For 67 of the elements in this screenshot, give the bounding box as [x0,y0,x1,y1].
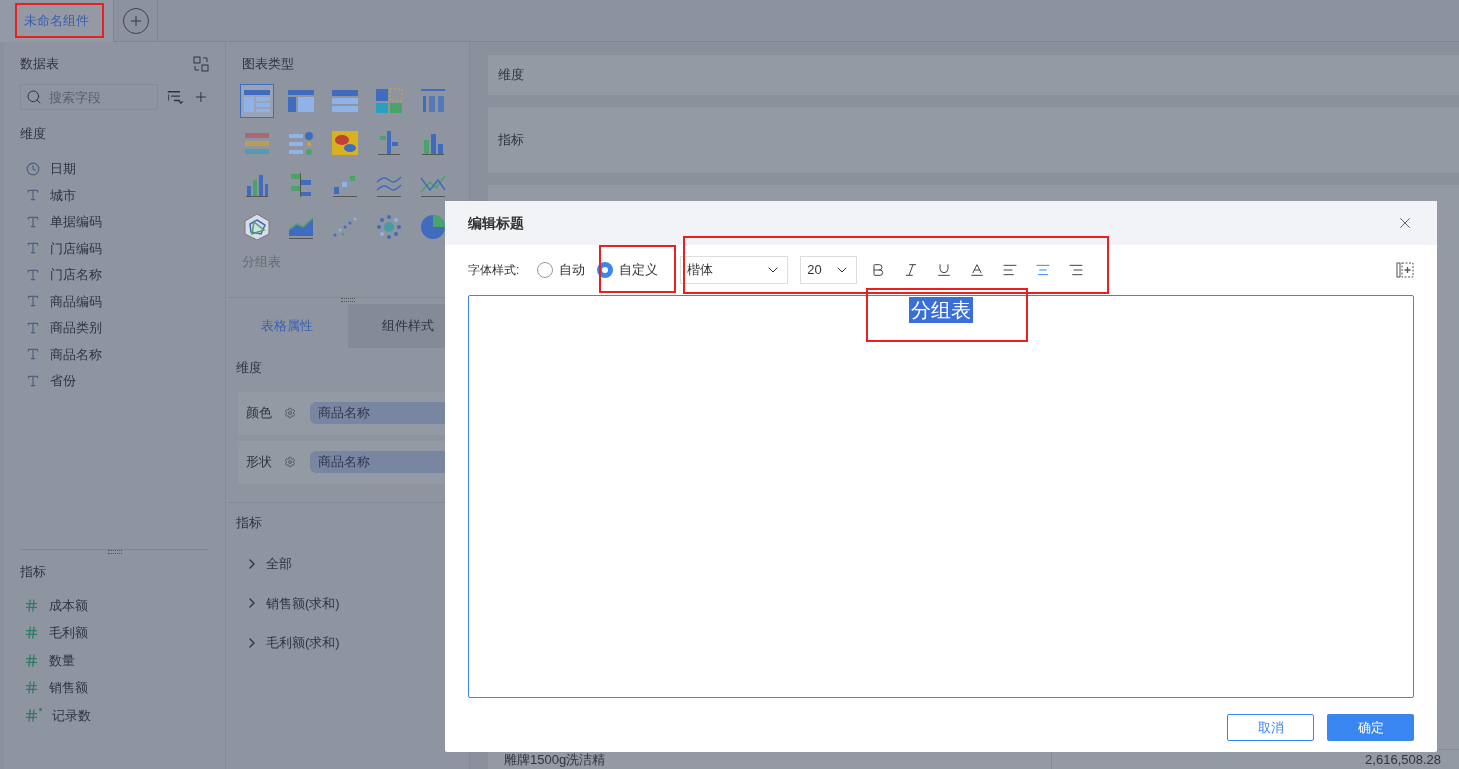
cancel-button[interactable]: 取消 [1227,714,1314,741]
text-type-icon [26,214,40,229]
measure-group[interactable]: 毛利额(求和) [244,623,451,663]
count-type-icon [24,707,42,723]
field-item[interactable]: 日期 [20,155,209,182]
shelf-area: 维度 [488,55,1459,95]
field-item[interactable]: 销售额 [20,674,209,702]
measure-group[interactable]: 全部 [244,544,451,584]
section-title: 维度 [235,359,263,377]
sort-icon[interactable] [166,88,186,106]
panel-title: 数据表 [20,55,59,74]
radar-chart-icon [242,211,272,242]
font-size-select[interactable]: 20 [800,256,858,284]
field-item[interactable]: 城市 [20,182,209,209]
text-type-icon [26,241,40,256]
text-type-icon [26,267,40,282]
treemap-icon [374,85,404,116]
settings-icon[interactable] [284,456,296,468]
font-family-select[interactable]: 楷体 [680,256,789,284]
title-text: 分组表 [909,297,973,323]
font-color-icon [969,262,986,278]
field-item[interactable]: 商品类别 [20,314,209,341]
field-item[interactable]: 商品编码 [20,288,209,315]
panel-title: 图表类型 [241,55,295,73]
field-item[interactable]: 记录数 [20,701,209,729]
number-type-icon [24,625,39,641]
component-tab[interactable]: 未命名组件 [0,0,114,42]
field-item[interactable]: 省份 [20,367,209,394]
field-item[interactable]: 数量 [20,646,209,674]
align-left-icon [1002,262,1019,278]
text-type-icon [26,188,40,203]
field-item[interactable]: 毛利额 [20,619,209,647]
chart-type-option[interactable] [240,83,274,118]
field-item[interactable]: 成本额 [20,591,209,619]
number-type-icon [24,680,39,696]
search-icon [26,89,42,105]
dialog-title: 编辑标题 [468,213,524,233]
field-label: 字体样式: [468,262,520,279]
align-right-icon [1068,262,1085,278]
clock-icon [26,161,40,176]
section-title: 指标 [235,513,263,532]
text-type-icon [26,373,40,388]
resize-handle-icon[interactable] [107,550,122,554]
table-cell-text: 2,616,508.28 [1364,751,1442,769]
field-item[interactable]: 门店编码 [20,235,209,262]
measure-group[interactable]: 销售额(求和) [244,583,451,623]
align-center-icon [1035,262,1052,278]
shelf-area: 指标 [488,107,1459,173]
section-title: 维度 [20,125,47,143]
radio-option[interactable]: 自动 [537,260,586,280]
insert-field-icon[interactable] [1396,261,1414,279]
field-item[interactable]: 商品名称 [20,341,209,368]
title-editor[interactable]: 分组表 [468,295,1414,698]
radio-option[interactable]: 自定义 [597,260,659,280]
underline-icon [936,262,953,278]
field-item[interactable]: 单据编码 [20,208,209,235]
resize-handle-icon[interactable] [340,298,355,302]
text-type-icon [26,320,40,335]
number-type-icon [24,597,39,613]
text-type-icon [26,347,40,362]
settings-icon[interactable] [284,407,296,419]
text-type-icon [26,294,40,309]
confirm-button[interactable]: 确定 [1327,714,1414,741]
section-title: 指标 [20,563,47,581]
switch-table-icon[interactable] [193,56,209,72]
number-type-icon [24,652,39,668]
field-item[interactable]: 门店名称 [20,261,209,288]
